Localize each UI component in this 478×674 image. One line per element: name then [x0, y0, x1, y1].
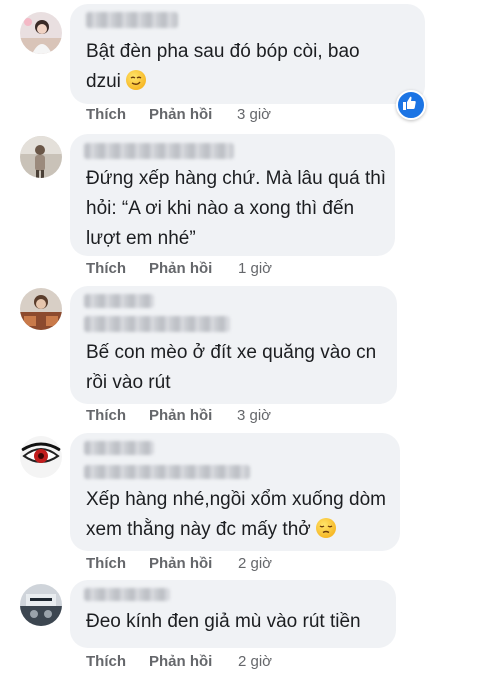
like-button[interactable]: Thích	[86, 555, 126, 572]
like-button[interactable]: Thích	[86, 106, 126, 123]
reply-button[interactable]: Phản hồi	[149, 555, 212, 572]
comment-bubble: Bế con mèo ở đít xe quăng vào cn rồi vào…	[70, 286, 397, 404]
avatar[interactable]	[20, 12, 62, 54]
avatar[interactable]	[20, 288, 62, 330]
avatar-photo-icon	[20, 288, 62, 330]
comment-time[interactable]: 2 giờ	[238, 653, 272, 670]
avatar[interactable]	[20, 436, 62, 478]
comment-time[interactable]: 3 giờ	[237, 106, 271, 123]
author-name-redacted	[84, 441, 154, 455]
avatar[interactable]	[20, 136, 62, 178]
like-button[interactable]: Thích	[86, 653, 126, 670]
comment-text: Đứng xếp hàng chứ. Mà lâu quá thì hỏi: “…	[86, 168, 387, 249]
comment-bubble: Xếp hàng nhé,ngồi xổm xuống dòm xem thằn…	[70, 433, 400, 551]
comment-text: Bật đèn pha sau đó bóp còi, bao dzui	[86, 41, 360, 92]
avatar-photo-icon	[20, 584, 62, 626]
avatar[interactable]	[20, 584, 62, 626]
author-name-redacted	[84, 294, 154, 308]
comment-bubble: Bật đèn pha sau đó bóp còi, bao dzui	[70, 4, 425, 104]
author-name-redacted	[84, 588, 170, 601]
comment-bubble: Đeo kính đen giả mù vào rút tiền	[70, 580, 396, 648]
reply-button[interactable]: Phản hồi	[149, 106, 212, 123]
comment-text: Xếp hàng nhé,ngồi xổm xuống dòm xem thằn…	[86, 489, 386, 540]
pensive-emoji-icon	[316, 518, 337, 538]
comment-time[interactable]: 1 giờ	[238, 260, 272, 277]
avatar-photo-icon	[20, 136, 62, 178]
author-name-redacted	[84, 143, 234, 159]
like-reaction-icon[interactable]	[396, 90, 426, 120]
avatar-photo-icon	[20, 436, 62, 478]
avatar-photo-icon	[20, 12, 62, 54]
comment-text: Đeo kính đen giả mù vào rút tiền	[86, 611, 361, 632]
comment-text: Bế con mèo ở đít xe quăng vào cn rồi vào…	[86, 342, 377, 393]
reply-button[interactable]: Phản hồi	[149, 407, 212, 424]
comment-time[interactable]: 2 giờ	[238, 555, 272, 572]
reply-button[interactable]: Phản hồi	[149, 260, 212, 277]
author-name-redacted	[86, 12, 178, 28]
author-name-redacted	[84, 316, 230, 332]
author-name-redacted	[84, 465, 250, 479]
like-button[interactable]: Thích	[86, 260, 126, 277]
comment-bubble: Đứng xếp hàng chứ. Mà lâu quá thì hỏi: “…	[70, 134, 395, 256]
like-button[interactable]: Thích	[86, 407, 126, 424]
reply-button[interactable]: Phản hồi	[149, 653, 212, 670]
comment-time[interactable]: 3 giờ	[237, 407, 271, 424]
smirk-emoji-icon	[126, 70, 147, 90]
